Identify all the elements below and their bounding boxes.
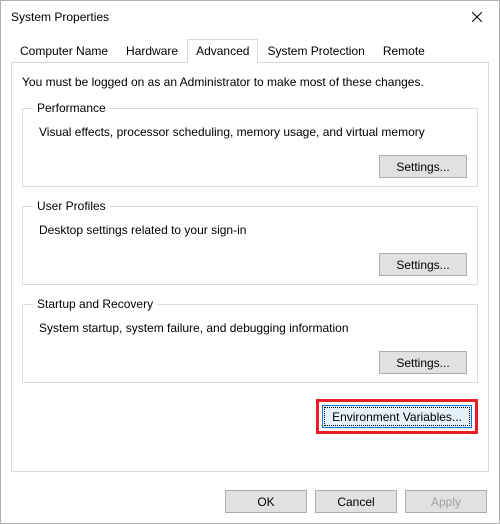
close-icon (472, 12, 482, 22)
system-properties-window: System Properties Computer Name Hardware… (0, 0, 500, 524)
performance-button-row: Settings... (33, 155, 467, 178)
environment-variables-button[interactable]: Environment Variables... (322, 405, 472, 428)
startup-recovery-legend: Startup and Recovery (33, 297, 157, 311)
client-area: Computer Name Hardware Advanced System P… (1, 33, 499, 480)
user-profiles-legend: User Profiles (33, 199, 110, 213)
env-vars-row: Environment Variables... (22, 399, 478, 434)
window-title: System Properties (11, 10, 454, 24)
performance-legend: Performance (33, 101, 110, 115)
close-button[interactable] (454, 2, 499, 32)
user-profiles-button-row: Settings... (33, 253, 467, 276)
user-profiles-group: User Profiles Desktop settings related t… (22, 199, 478, 285)
performance-group: Performance Visual effects, processor sc… (22, 101, 478, 187)
tab-panel-advanced: You must be logged on as an Administrato… (11, 62, 489, 472)
startup-recovery-settings-button[interactable]: Settings... (379, 351, 467, 374)
admin-warning-text: You must be logged on as an Administrato… (22, 75, 478, 89)
ok-button[interactable]: OK (225, 490, 307, 513)
tutorial-highlight: Environment Variables... (316, 399, 478, 434)
performance-settings-button[interactable]: Settings... (379, 155, 467, 178)
cancel-button[interactable]: Cancel (315, 490, 397, 513)
apply-button[interactable]: Apply (405, 490, 487, 513)
user-profiles-desc: Desktop settings related to your sign-in (39, 223, 467, 237)
tab-advanced[interactable]: Advanced (187, 39, 258, 63)
user-profiles-settings-button[interactable]: Settings... (379, 253, 467, 276)
tab-system-protection[interactable]: System Protection (258, 39, 373, 62)
startup-recovery-desc: System startup, system failure, and debu… (39, 321, 467, 335)
tab-remote[interactable]: Remote (374, 39, 434, 62)
tab-hardware[interactable]: Hardware (117, 39, 187, 62)
dialog-button-bar: OK Cancel Apply (1, 480, 499, 523)
startup-recovery-button-row: Settings... (33, 351, 467, 374)
tab-computer-name[interactable]: Computer Name (11, 39, 117, 62)
performance-desc: Visual effects, processor scheduling, me… (39, 125, 467, 139)
titlebar: System Properties (1, 1, 499, 33)
startup-recovery-group: Startup and Recovery System startup, sys… (22, 297, 478, 383)
tab-strip: Computer Name Hardware Advanced System P… (11, 39, 489, 62)
